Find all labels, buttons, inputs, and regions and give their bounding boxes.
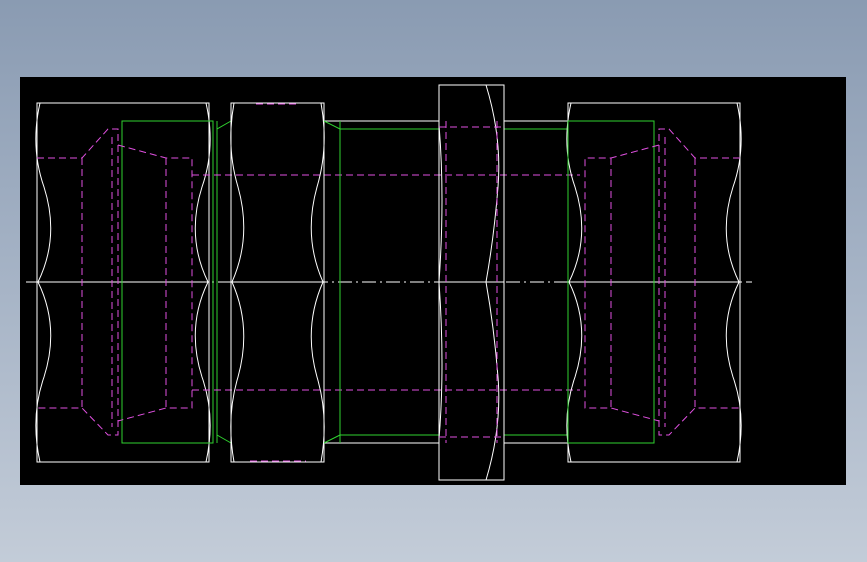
left-thread-chamfer-bottom	[216, 434, 232, 444]
center-tube-chamfer-top	[323, 120, 341, 130]
center-hex[interactable]	[438, 84, 505, 481]
right-hidden-cavity	[584, 144, 660, 422]
left-hidden-cavity	[117, 144, 193, 422]
left-thread-chamfer-top	[216, 120, 232, 130]
center-tube-chamfer-bottom	[323, 434, 341, 444]
cad-viewport[interactable]	[20, 77, 846, 485]
cad-drawing	[26, 84, 752, 481]
left-hex-body[interactable]	[230, 102, 325, 463]
